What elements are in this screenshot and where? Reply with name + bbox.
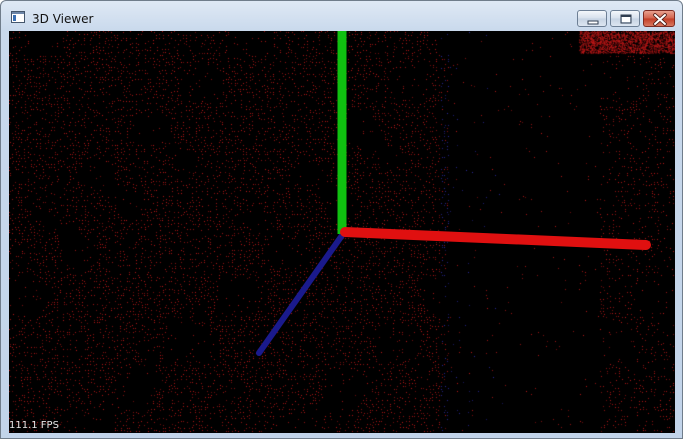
3d-viewport[interactable]: 111.1 FPS (9, 31, 675, 433)
fps-counter: 111.1 FPS (9, 420, 59, 431)
close-button[interactable] (643, 10, 675, 27)
minimize-button[interactable] (577, 10, 607, 27)
app-window-icon (11, 11, 25, 23)
maximize-button[interactable] (610, 10, 640, 27)
maximize-icon (620, 14, 632, 24)
close-icon (653, 13, 667, 26)
window-title: 3D Viewer (32, 12, 94, 26)
x-axis (340, 227, 651, 250)
app-window: 3D Viewer 111.1 FPS (0, 0, 683, 439)
title-bar[interactable]: 3D Viewer (1, 1, 682, 31)
minimize-icon (587, 20, 599, 25)
coordinate-axes (256, 31, 651, 356)
z-axis (256, 231, 346, 356)
